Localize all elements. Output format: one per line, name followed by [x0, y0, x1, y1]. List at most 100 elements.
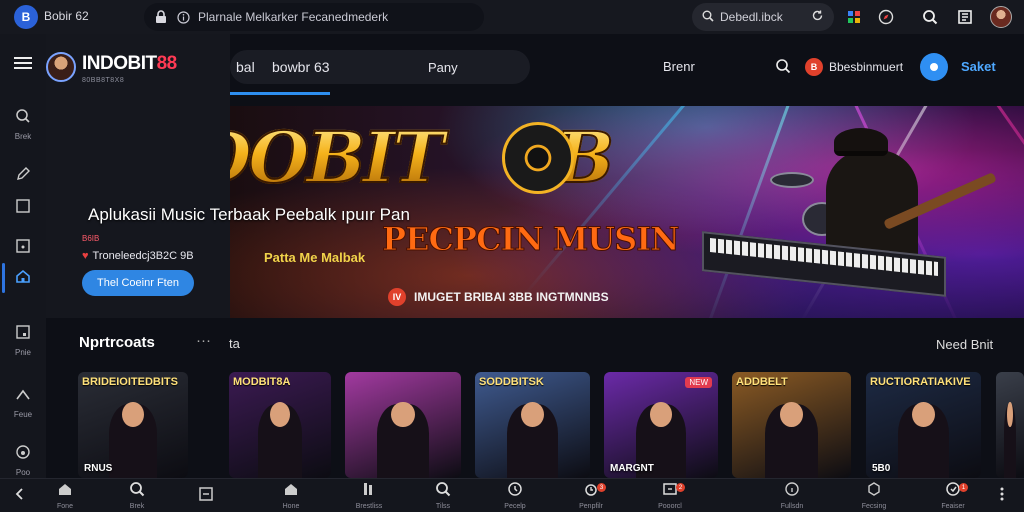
see-all-link[interactable]: Need Bnit [936, 337, 993, 352]
card-title: SODDBITSK [479, 376, 544, 388]
hero-badge: IV [388, 288, 406, 306]
promo-line-text: Troneleedcj3B2C 9B [92, 250, 194, 262]
rail-item-home[interactable] [0, 268, 46, 289]
bottom-bar-label: Feaiser [941, 503, 965, 510]
back-icon [13, 487, 27, 506]
album-card[interactable]: NEW MARGNT [604, 372, 718, 478]
hat-graphic [834, 128, 888, 156]
bottom-bar-item[interactable]: Brek [112, 479, 162, 512]
app-icon[interactable]: B [14, 5, 38, 29]
album-card[interactable]: SODDBITSK [475, 372, 590, 478]
notification-icon[interactable]: B [805, 58, 823, 76]
nav-item-bal[interactable]: bal [236, 59, 255, 75]
browser-chrome: B Bobir 62 Plarnale Melkarker Fecanedmed… [0, 0, 1024, 34]
bottom-bar-item[interactable]: Brestliss [344, 479, 394, 512]
bottom-bar-item[interactable] [0, 479, 45, 512]
home-icon [283, 481, 299, 502]
minus-square-icon [198, 486, 214, 507]
section-more-button[interactable]: ··· [196, 332, 211, 349]
bottom-bar-item[interactable] [181, 479, 231, 512]
user-icon [930, 63, 938, 71]
grid-icon [662, 481, 678, 502]
alarm-icon [583, 481, 599, 502]
brand-avatar [46, 52, 76, 82]
compass-icon[interactable] [877, 8, 895, 26]
bottom-bar-item[interactable]: Fone [40, 479, 90, 512]
bottom-bar-item[interactable] [977, 479, 1024, 512]
bottom-bar-item[interactable]: Hone [266, 479, 316, 512]
section-title: Nprtrcoats [79, 334, 155, 351]
address-text: Plarnale Melkarker Fecanedmederk [198, 10, 389, 24]
bottom-bar-item[interactable]: Fecsing [849, 479, 899, 512]
bottom-bar-item[interactable]: Fullsdn [767, 479, 817, 512]
album-card[interactable] [345, 372, 461, 478]
bottom-bar: Fone Brek Hone Brestliss Tilss Pecelp Penpfilr… [0, 478, 1024, 512]
album-card[interactable]: MODBIT8A [229, 372, 331, 478]
promo-cta-button[interactable]: Thel Coeinr Ften [82, 270, 194, 296]
bottom-bar-item[interactable]: Feaiser 1 [928, 479, 978, 512]
bottom-bar-label: Pooorcl [658, 503, 682, 510]
nav-item-brenr[interactable]: Brenr [663, 59, 695, 74]
album-card[interactable]: RUCTIORATIAKIVE 5B0 [866, 372, 981, 478]
album-card[interactable]: BRIDEIOITEDBITS RNUS [78, 372, 188, 478]
pencil-icon [15, 166, 31, 187]
extension-icon[interactable] [845, 8, 863, 26]
rail-item-edit[interactable] [0, 166, 46, 187]
reader-icon[interactable] [956, 8, 974, 26]
chart-icon [15, 386, 31, 407]
refresh-icon [945, 481, 961, 502]
nav-item-pany[interactable]: Pany [428, 60, 458, 75]
promo-title: Aplukasii Music Terbaak Peebalk ıpuır Pa… [88, 205, 410, 224]
info-icon[interactable] [176, 10, 190, 24]
search-icon[interactable] [775, 58, 791, 79]
search-icon [15, 108, 31, 129]
rail-item-music[interactable]: Poo [0, 444, 46, 478]
rail-item-search[interactable]: Brek [0, 108, 46, 142]
rail-item-image[interactable] [0, 238, 46, 259]
address-bar[interactable]: Plarnale Melkarker Fecanedmederk [144, 3, 484, 31]
card-title: RUCTIORATIAKIVE [870, 376, 971, 388]
rail-item-label: Feue [13, 410, 33, 419]
notification-badge: 1 [959, 483, 968, 492]
notification-label[interactable]: Bbesbinmuert [829, 60, 903, 74]
nav-item-bowbr[interactable]: bowbr 63 [272, 59, 330, 75]
rail-item-label: Pnie [14, 348, 31, 357]
top-nav: bal bowbr 63 Pany [230, 50, 530, 84]
app-title: Bobir 62 [44, 9, 89, 23]
avatar[interactable] [990, 6, 1012, 28]
card-badge: NEW [685, 377, 712, 388]
card-caption: MARGNT [610, 463, 654, 474]
brand-name-prefix: INDOBIT [82, 53, 157, 74]
bottom-bar-label: Fone [57, 503, 73, 510]
brand-name-suffix: 88 [156, 53, 178, 74]
album-card[interactable] [996, 372, 1024, 478]
user-button[interactable] [920, 53, 948, 81]
search-icon[interactable] [921, 8, 939, 26]
brand-logo[interactable]: INDOBIT88 [82, 53, 177, 75]
notification-badge: 2 [676, 483, 685, 492]
browser-search-field[interactable]: Debedl.ibck [692, 3, 834, 31]
album-card[interactable]: ADDBELT [732, 372, 851, 478]
bottom-bar-item[interactable]: Pooorcl 2 [645, 479, 695, 512]
rail-item-playlist[interactable]: Pnie [0, 324, 46, 358]
refresh-icon[interactable] [811, 9, 824, 25]
bottom-bar-label: Penpfilr [579, 503, 603, 510]
rail-menu-button[interactable] [0, 56, 46, 75]
card-caption: RNUS [84, 463, 113, 474]
card-title: MODBIT8A [233, 376, 291, 388]
bottom-bar-item[interactable]: Penpfilr 3 [566, 479, 616, 512]
music-icon [15, 444, 31, 465]
bottom-bar-label: Brek [129, 503, 145, 510]
rail-item-square[interactable] [0, 198, 46, 219]
rail-item-chart[interactable]: Feue [0, 386, 46, 420]
bottom-bar-label: Pecelp [504, 503, 526, 510]
light-beam [701, 106, 793, 318]
bottom-bar-label: Hone [282, 503, 300, 510]
bottom-bar-item[interactable]: Tilss [418, 479, 468, 512]
user-label[interactable]: Saket [961, 59, 996, 74]
card-caption: 5B0 [872, 463, 891, 474]
artist-head [912, 401, 935, 428]
bottom-bar-item[interactable]: Pecelp [490, 479, 540, 512]
artist-head [521, 401, 544, 428]
search-icon [129, 481, 145, 502]
